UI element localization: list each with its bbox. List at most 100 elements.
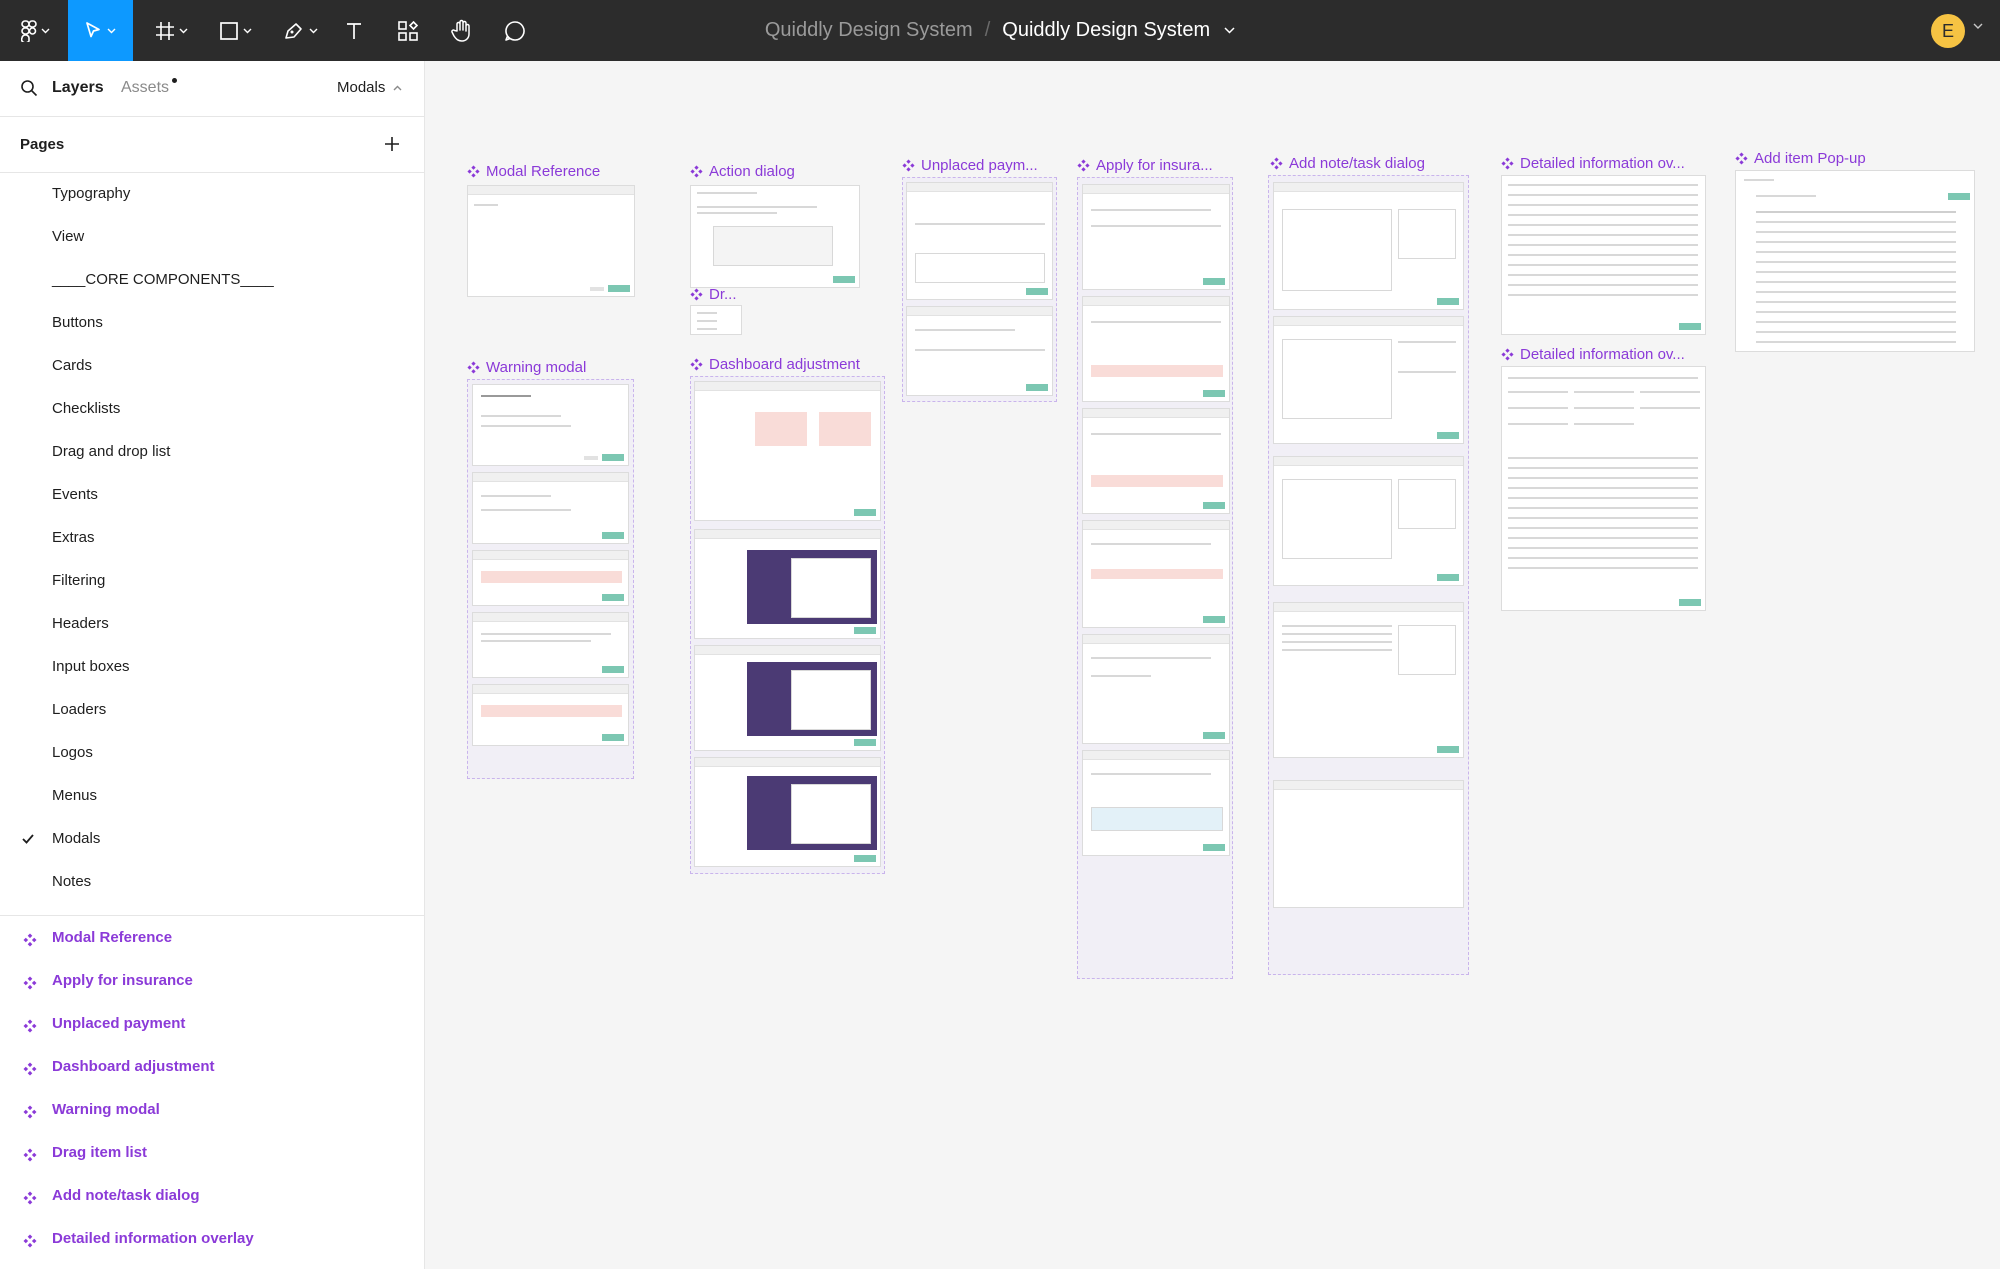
drag-item-list-frame[interactable] — [690, 305, 742, 335]
frame-label-text: Add note/task dialog — [1289, 155, 1425, 172]
frame-label-drag-item-list[interactable]: Dr... — [690, 286, 737, 303]
adjust-dashboard-modal-2 — [694, 529, 881, 639]
page-item-checklists[interactable]: Checklists — [0, 388, 425, 431]
tab-assets[interactable]: Assets — [121, 79, 169, 97]
unplaced-payment-board[interactable] — [902, 177, 1057, 402]
page-item-cards[interactable]: Cards — [0, 345, 425, 388]
action-dialog-frame[interactable] — [690, 185, 860, 288]
text-icon — [347, 22, 361, 39]
frame-label-modal-reference[interactable]: Modal Reference — [467, 163, 600, 180]
placeholder-line — [697, 328, 717, 330]
hand-tool-button[interactable] — [446, 0, 478, 61]
drag-list-preview — [713, 226, 833, 266]
frame-label-unplaced-payment[interactable]: Unplaced paym... — [902, 157, 1038, 174]
page-item-typography[interactable]: Typography — [0, 173, 425, 216]
rectangle-icon — [219, 21, 238, 40]
component-icon — [1501, 157, 1514, 170]
page-list: Typography View ____CORE COMPONENTS____ … — [0, 173, 425, 904]
layer-item-warning-modal[interactable]: Warning modal — [0, 1088, 425, 1131]
chevron-down-icon[interactable] — [1973, 23, 1983, 29]
chevron-up-icon[interactable] — [393, 85, 402, 91]
frame-label-action-dialog[interactable]: Action dialog — [690, 163, 795, 180]
file-menu-button[interactable] — [1224, 27, 1235, 34]
apply-insurance-modal-1 — [1082, 184, 1230, 290]
current-page-selector[interactable]: Modals — [337, 79, 385, 96]
page-item-headers[interactable]: Headers — [0, 603, 425, 646]
hand-icon — [451, 19, 470, 42]
unsaved-changes-modal — [472, 384, 629, 466]
component-icon — [23, 1191, 37, 1205]
layer-item-apply-for-insurance[interactable]: Apply for insurance — [0, 959, 425, 1002]
comment-tool-button[interactable] — [499, 0, 531, 61]
left-panel: Layers Assets Modals Pages Typography Vi… — [0, 61, 425, 1269]
text-tool-button[interactable] — [338, 0, 370, 61]
page-item-buttons[interactable]: Buttons — [0, 302, 425, 345]
frame-label-detailed-information-2[interactable]: Detailed information ov... — [1501, 346, 1685, 363]
modal-reference-frame[interactable] — [467, 185, 635, 297]
figma-menu-button[interactable] — [14, 0, 56, 61]
adjust-dashboard-modal-3 — [694, 645, 881, 751]
component-icon — [23, 976, 37, 990]
file-name[interactable]: Quiddly Design System — [1002, 19, 1210, 42]
add-note-modal-2 — [1273, 456, 1464, 586]
page-item-input-boxes[interactable]: Input boxes — [0, 646, 425, 689]
detailed-information-frame-2[interactable] — [1501, 366, 1706, 611]
move-tool-button[interactable] — [68, 0, 133, 61]
project-name[interactable]: Quiddly Design System — [765, 19, 973, 42]
add-page-button[interactable] — [383, 135, 401, 153]
components-tool-button[interactable] — [392, 0, 424, 61]
page-item-label: Loaders — [52, 701, 107, 718]
apply-for-insurance-board[interactable] — [1077, 177, 1233, 979]
warning-modal-board[interactable] — [467, 379, 634, 779]
layer-item-drag-item-list[interactable]: Drag item list — [0, 1131, 425, 1174]
layer-item-modal-reference[interactable]: Modal Reference — [0, 916, 425, 959]
page-item-modals[interactable]: Modals — [0, 818, 425, 861]
frame-tool-button[interactable] — [146, 0, 196, 61]
page-item-core-components[interactable]: ____CORE COMPONENTS____ — [0, 259, 425, 302]
layer-item-dashboard-adjustment[interactable]: Dashboard adjustment — [0, 1045, 425, 1088]
page-item-loaders[interactable]: Loaders — [0, 689, 425, 732]
frame-label-text: Warning modal — [486, 359, 587, 376]
frame-label-dashboard-adjustment[interactable]: Dashboard adjustment — [690, 356, 860, 373]
frame-label-add-item-popup[interactable]: Add item Pop-up — [1735, 150, 1866, 167]
page-item-extras[interactable]: Extras — [0, 517, 425, 560]
layer-item-label: Modal Reference — [52, 929, 173, 946]
frame-label-text: Apply for insura... — [1096, 157, 1213, 174]
page-item-filtering[interactable]: Filtering — [0, 560, 425, 603]
cancel-button — [590, 287, 604, 291]
dashboard-adjustment-board[interactable] — [690, 376, 885, 874]
comment-icon — [505, 20, 525, 41]
frame-label-add-note-task-dialog[interactable]: Add note/task dialog — [1270, 155, 1425, 172]
page-item-label: Modals — [52, 830, 101, 847]
page-item-notes[interactable]: Notes — [0, 861, 425, 904]
component-icon — [902, 159, 915, 172]
frame-label-detailed-information-1[interactable]: Detailed information ov... — [1501, 155, 1685, 172]
page-item-events[interactable]: Events — [0, 474, 425, 517]
pen-tool-button[interactable] — [275, 0, 325, 61]
search-icon[interactable] — [20, 79, 38, 97]
layer-item-add-note-task-dialog[interactable]: Add note/task dialog — [0, 1174, 425, 1217]
add-item-popup-frame[interactable] — [1735, 170, 1975, 352]
layer-item-detailed-information-overlay[interactable]: Detailed information overlay — [0, 1217, 425, 1260]
detailed-information-frame-1[interactable] — [1501, 175, 1706, 335]
component-icon — [23, 1234, 37, 1248]
design-canvas[interactable]: Modal Reference Action dialog Dr... Warn… — [425, 61, 2000, 1269]
component-icon — [23, 1148, 37, 1162]
frame-label-text: Detailed information ov... — [1520, 346, 1685, 363]
page-item-logos[interactable]: Logos — [0, 732, 425, 775]
add-note-task-board[interactable] — [1268, 175, 1469, 975]
page-item-drag-and-drop-list[interactable]: Drag and drop list — [0, 431, 425, 474]
page-item-label: Events — [52, 486, 98, 503]
frame-label-warning-modal[interactable]: Warning modal — [467, 359, 586, 376]
page-item-label: Menus — [52, 787, 98, 804]
chevron-down-icon — [243, 28, 251, 33]
avatar[interactable]: E — [1931, 14, 1965, 48]
page-item-menus[interactable]: Menus — [0, 775, 425, 818]
layer-item-unplaced-payment[interactable]: Unplaced payment — [0, 1002, 425, 1045]
page-item-view[interactable]: View — [0, 216, 425, 259]
get-insurance-limit-modal — [1082, 520, 1230, 628]
shape-tool-button[interactable] — [210, 0, 260, 61]
frame-label-apply-for-insurance[interactable]: Apply for insura... — [1077, 157, 1213, 174]
frame-label-text: Dashboard adjustment — [709, 356, 860, 373]
tab-layers[interactable]: Layers — [52, 79, 104, 97]
